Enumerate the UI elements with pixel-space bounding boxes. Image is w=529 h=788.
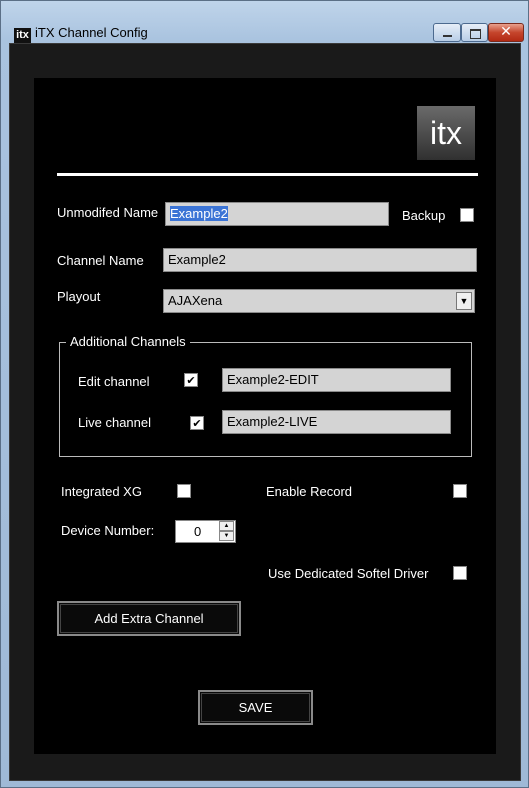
softel-driver-label: Use Dedicated Softel Driver — [268, 566, 429, 581]
title-bar[interactable]: itx iTX Channel Config ✕ — [1, 1, 528, 43]
chevron-down-icon[interactable]: ▼ — [456, 292, 472, 310]
playout-label: Playout — [57, 289, 101, 304]
unmodified-name-field[interactable]: Example2 — [165, 202, 389, 226]
edit-channel-checkbox[interactable] — [184, 373, 198, 387]
unmodified-name-value: Example2 — [170, 206, 228, 221]
additional-channels-group: Additional Channels — [59, 334, 472, 457]
softel-driver-checkbox[interactable] — [453, 566, 467, 580]
channel-name-label: Channel Name — [57, 253, 144, 268]
live-channel-checkbox[interactable] — [190, 416, 204, 430]
playout-select[interactable]: AJAXena ▼ — [163, 289, 475, 313]
window-title: iTX Channel Config — [35, 25, 148, 40]
minimize-button[interactable] — [433, 23, 461, 42]
integrated-xg-label: Integrated XG — [61, 484, 142, 499]
backup-label: Backup — [402, 208, 446, 223]
itx-logo: itx — [417, 106, 475, 160]
spinner-down-icon[interactable]: ▼ — [219, 531, 234, 541]
channel-name-field[interactable]: Example2 — [163, 248, 477, 272]
app-icon: itx — [14, 28, 31, 43]
close-icon: ✕ — [500, 24, 512, 40]
live-channel-field[interactable]: Example2-LIVE — [222, 410, 451, 434]
close-button[interactable]: ✕ — [488, 23, 524, 42]
device-number-label: Device Number: — [61, 523, 155, 538]
maximize-button[interactable] — [461, 23, 488, 42]
live-channel-label: Live channel — [78, 415, 151, 430]
integrated-xg-checkbox[interactable] — [177, 484, 191, 498]
add-extra-channel-button[interactable]: Add Extra Channel — [57, 601, 241, 636]
save-button[interactable]: SAVE — [198, 690, 313, 725]
playout-selected-value: AJAXena — [168, 293, 223, 308]
enable-record-checkbox[interactable] — [453, 484, 467, 498]
header-divider — [57, 173, 478, 176]
device-number-stepper[interactable]: 0 ▲ ▼ — [175, 520, 236, 543]
spinner-up-icon[interactable]: ▲ — [219, 521, 234, 531]
device-number-value: 0 — [194, 524, 202, 539]
enable-record-label: Enable Record — [266, 484, 352, 499]
edit-channel-label: Edit channel — [78, 374, 150, 389]
unmodified-name-label: Unmodifed Name — [57, 205, 159, 220]
edit-channel-field[interactable]: Example2-EDIT — [222, 368, 451, 392]
backup-checkbox[interactable] — [460, 208, 474, 222]
additional-channels-legend: Additional Channels — [66, 334, 190, 349]
